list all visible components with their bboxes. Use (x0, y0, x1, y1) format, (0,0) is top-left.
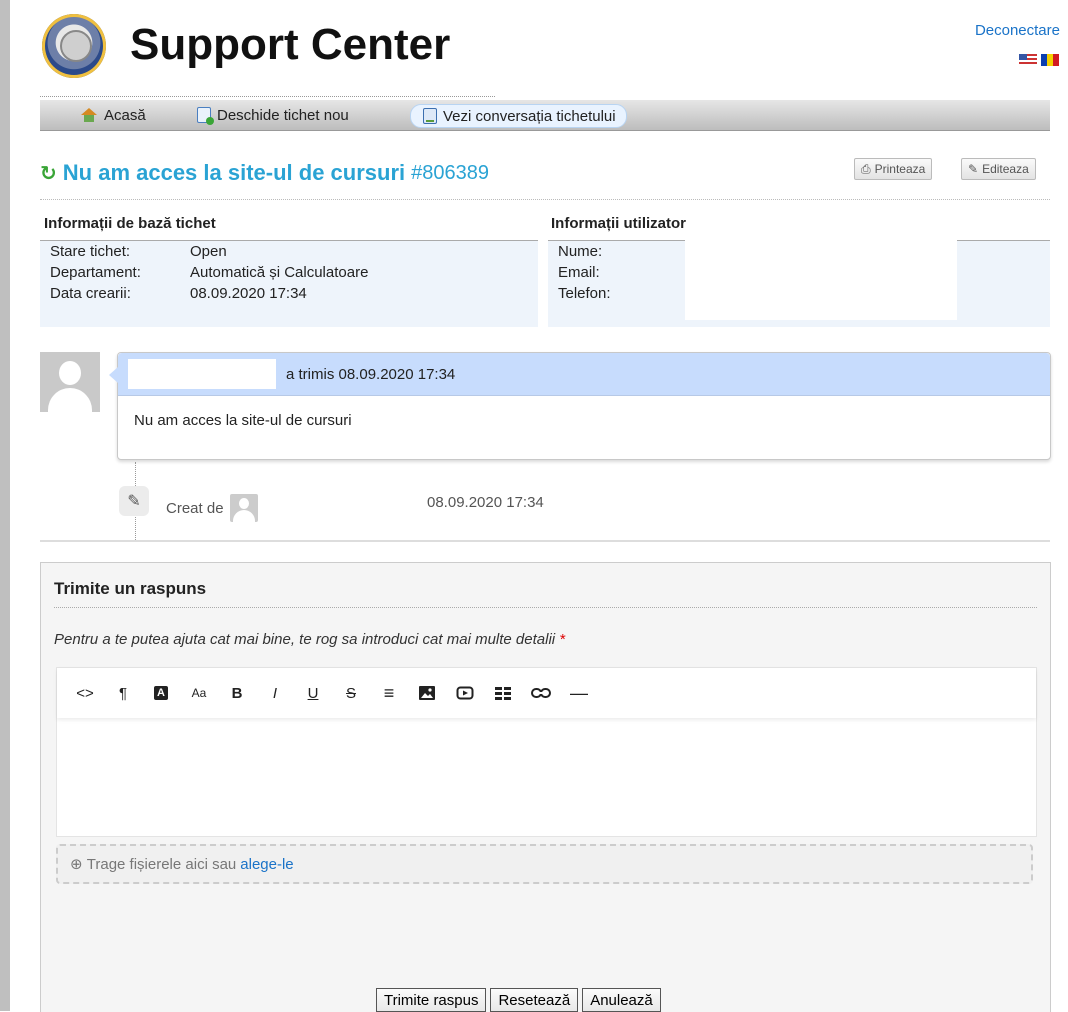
message-body: Nu am acces la site-ul de cursuri (134, 412, 352, 429)
basic-info-heading: Informații de bază tichet (44, 215, 216, 232)
event-label: Creat de (166, 499, 224, 517)
list-button[interactable]: ≡ (370, 678, 408, 708)
ticket-number: #806389 (411, 161, 490, 184)
reply-title: Trimite un raspuns (54, 579, 207, 598)
refresh-icon[interactable]: ↻ (40, 161, 57, 186)
window-left-edge (0, 0, 10, 1011)
nav-view-ticket[interactable]: Vezi conversația tichetului (410, 104, 627, 128)
table-icon (495, 687, 511, 700)
info-row-status: Stare tichet: Open (50, 243, 227, 260)
insert-video-button[interactable] (446, 678, 484, 708)
message-meta: a trimis 08.09.2020 17:34 (286, 365, 456, 383)
user-avatar (40, 352, 100, 412)
reply-form: Trimite un raspuns Pentru a te putea aju… (40, 562, 1051, 1012)
redacted-sender (128, 359, 276, 389)
redacted-user-details (685, 240, 957, 320)
user-info-heading: Informații utilizator (551, 215, 686, 232)
nav-new-ticket-label: Deschide tichet nou (217, 106, 349, 124)
info-row-created: Data crearii: 08.09.2020 17:34 (50, 285, 307, 302)
horizontal-rule-button[interactable]: — (560, 678, 598, 708)
link-icon (531, 688, 551, 698)
main-nav: Acasă Deschide tichet nou Vezi conversaț… (40, 100, 1050, 131)
nav-home-label: Acasă (104, 106, 146, 124)
logo-building-icon (60, 30, 92, 62)
editor-toolbar: <> ¶ A Aa B I U S ≡ — (57, 668, 1036, 718)
reply-hint: Pentru a te putea ajuta cat mai bine, te… (54, 631, 566, 648)
romanian-flag-icon[interactable] (1041, 54, 1059, 66)
choose-files-link[interactable]: alege-le (240, 856, 293, 873)
code-view-button[interactable]: <> (66, 678, 104, 708)
home-icon (80, 108, 98, 122)
language-switcher (1019, 54, 1059, 66)
printer-icon: ⎙ (861, 161, 871, 176)
nav-view-ticket-label: Vezi conversația tichetului (443, 107, 616, 125)
insert-table-button[interactable] (484, 678, 522, 708)
print-label: Printeaza (874, 162, 926, 176)
basic-info-table: Stare tichet: Open Departament: Automatică… (40, 240, 538, 327)
university-logo (42, 14, 106, 78)
message-header: a trimis 08.09.2020 17:34 (118, 353, 1050, 396)
file-drop-zone[interactable]: ⊕ Trage fișierele aici sau alege-le (56, 844, 1033, 884)
font-color-icon: A (154, 686, 168, 700)
insert-image-button[interactable] (408, 678, 446, 708)
upload-icon: ⊕ (70, 856, 87, 873)
reply-divider (54, 607, 1037, 608)
video-icon (456, 686, 474, 700)
app-title: Support Center (130, 20, 451, 69)
ticket-title: ↻ Nu am acces la site-ul de cursuri #806… (40, 160, 489, 186)
form-actions: Trimite raspus Resetează Anulează (376, 988, 661, 1012)
reset-button[interactable]: Resetează (490, 988, 579, 1012)
paragraph-format-button[interactable]: ¶ (104, 678, 142, 708)
edit-button[interactable]: ✎ Editeaza (961, 158, 1036, 180)
font-color-button[interactable]: A (142, 678, 180, 708)
english-flag-icon[interactable] (1019, 54, 1037, 66)
logout-link[interactable]: Deconectare (975, 22, 1060, 39)
magic-wand-icon: ✎ (119, 486, 149, 516)
title-divider (40, 199, 1050, 200)
image-icon (419, 686, 435, 700)
underline-button[interactable]: U (294, 678, 332, 708)
nav-new-ticket[interactable]: Deschide tichet nou (197, 104, 349, 126)
rich-text-editor[interactable]: <> ¶ A Aa B I U S ≡ — (56, 667, 1037, 837)
italic-button[interactable]: I (256, 678, 294, 708)
font-size-button[interactable]: Aa (180, 678, 218, 708)
info-row-department: Departament: Automatică și Calculatoare (50, 264, 369, 281)
event-date: 08.09.2020 17:34 (427, 494, 544, 511)
cancel-button[interactable]: Anulează (582, 988, 661, 1012)
strikethrough-button[interactable]: S (332, 678, 370, 708)
ticket-thread-icon (423, 108, 437, 124)
new-ticket-icon (197, 107, 214, 125)
bold-button[interactable]: B (218, 678, 256, 708)
thread-divider (40, 540, 1050, 542)
print-button[interactable]: ⎙ Printeaza (854, 158, 933, 180)
event-created: Creat de (166, 494, 258, 522)
header-divider (40, 96, 495, 97)
insert-link-button[interactable] (522, 678, 560, 708)
submit-reply-button[interactable]: Trimite raspus (376, 988, 487, 1012)
required-mark: * (559, 631, 566, 648)
drop-text: Trage fișierele aici sau (86, 855, 237, 873)
ticket-subject: Nu am acces la site-ul de cursuri (62, 160, 406, 185)
nav-home[interactable]: Acasă (80, 104, 146, 126)
message-pointer (109, 367, 118, 383)
edit-label: Editeaza (982, 162, 1029, 176)
message-entry: a trimis 08.09.2020 17:34 Nu am acces la… (109, 352, 1051, 460)
edit-icon: ✎ (968, 162, 979, 176)
creator-avatar (229, 494, 258, 522)
